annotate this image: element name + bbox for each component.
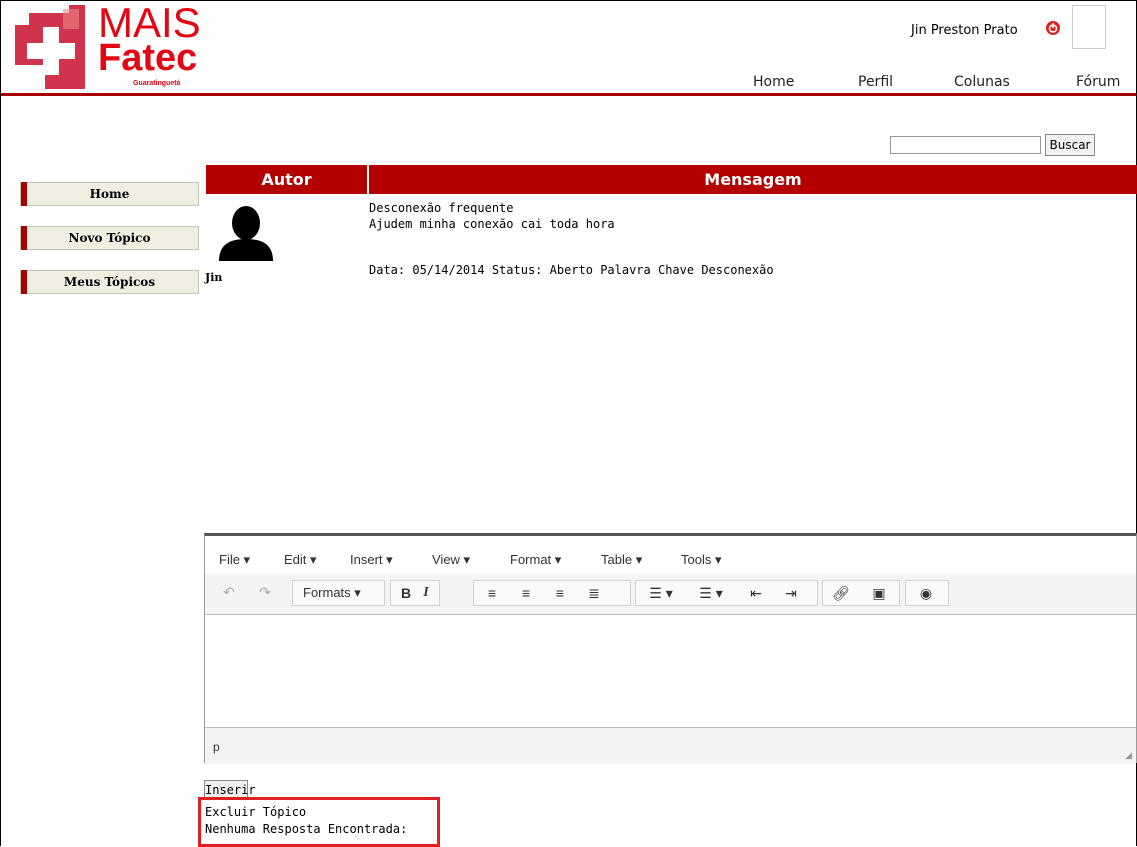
logo[interactable]: MAIS Fatec Guaratinguetá [15,0,201,89]
search-button[interactable]: Buscar [1045,134,1095,156]
insert-group: 🔗︎ ▣ [822,580,900,606]
nav-forum[interactable]: Fórum [1076,74,1120,90]
undo-icon[interactable]: ↶ [219,580,239,604]
undo-redo-group: ↶ ↷ [211,580,287,606]
bullet-list-icon[interactable]: ☰ ▾ [644,581,678,605]
header: MAIS Fatec Guaratinguetá Jin Preston Pra… [1,0,1136,94]
menu-file[interactable]: File ▾ [219,552,250,568]
topic-body: Ajudem minha conexão cai toda hora [369,217,615,231]
italic-icon[interactable]: I [419,581,433,605]
sidebar-marker [21,182,27,206]
column-header-mensagem: Mensagem [369,165,1137,194]
topic-meta: Data: 05/14/2014 Status: Aberto Palavra … [369,263,774,277]
indent-icon[interactable]: ⇥ [781,581,801,605]
sidebar-item-label: Meus Tópicos [63,275,156,289]
user-name[interactable]: Jin Preston Prato [911,23,1018,38]
menu-view[interactable]: View ▾ [432,552,470,568]
image-icon[interactable]: ▣ [869,581,889,605]
formats-dropdown[interactable]: Formats ▾ [292,580,385,606]
nav-home[interactable]: Home [753,74,794,90]
numbered-list-icon[interactable]: ☰ ▾ [694,581,728,605]
resize-handle-icon[interactable]: ◢ [1125,751,1132,761]
menu-tools[interactable]: Tools ▾ [681,552,722,568]
editor-statusbar: p ◢ [205,727,1136,764]
delete-topic-link[interactable]: Excluir Tópico [205,805,306,819]
editor-toolbar: ↶ ↷ Formats ▾ B I ≡ ≡ ≡ ≣ ☰ ▾ ☰ ▾ ⇤ ⇥ 🔗︎… [205,574,1136,615]
logout-power-icon[interactable] [1046,21,1060,35]
alignment-group: ≡ ≡ ≡ ≣ [473,580,631,606]
align-center-icon[interactable]: ≡ [516,581,536,605]
align-justify-icon[interactable]: ≣ [584,581,604,605]
preview-group: ◉ [905,580,949,606]
editor-content-area[interactable] [205,615,1136,727]
editor-menubar: File ▾ Edit ▾ Insert ▾ View ▾ Format ▾ T… [205,536,1136,574]
formats-label: Formats ▾ [303,585,361,600]
align-left-icon[interactable]: ≡ [482,581,502,605]
menu-edit[interactable]: Edit ▾ [284,552,317,568]
link-icon[interactable]: 🔗︎ [831,581,851,605]
author-name: Jin [205,271,223,284]
bold-icon[interactable]: B [399,581,413,605]
search-input[interactable] [890,136,1041,154]
align-right-icon[interactable]: ≡ [550,581,570,605]
sidebar-item-home[interactable]: Home [20,182,199,206]
rich-text-editor: File ▾ Edit ▾ Insert ▾ View ▾ Format ▾ T… [204,533,1137,764]
sidebar-item-label: Novo Tópico [68,231,151,245]
logo-cross-icon [15,5,85,89]
author-avatar-icon [219,206,273,261]
text-style-group: B I [390,580,440,606]
topic-title: Desconexão frequente [369,201,514,215]
menu-insert[interactable]: Insert ▾ [350,552,393,568]
element-path[interactable]: p [213,740,220,754]
list-group: ☰ ▾ ☰ ▾ ⇤ ⇥ [635,580,818,606]
user-avatar[interactable] [1072,5,1106,49]
nav-colunas[interactable]: Colunas [954,74,1010,90]
preview-eye-icon[interactable]: ◉ [916,581,936,605]
sidebar-marker [21,270,27,294]
sidebar-item-meus-topicos[interactable]: Meus Tópicos [20,270,199,294]
redo-icon[interactable]: ↷ [255,580,275,604]
sidebar-marker [21,226,27,250]
outdent-icon[interactable]: ⇤ [746,581,766,605]
logo-fatec: Fatec [98,37,198,79]
column-header-autor: Autor [206,165,367,194]
sidebar-item-label: Home [89,187,130,201]
no-reply-text: Nenhuma Resposta Encontrada: [205,822,408,836]
menu-format[interactable]: Format ▾ [510,552,561,568]
menu-table[interactable]: Table ▾ [601,552,642,568]
nav-perfil[interactable]: Perfil [858,74,893,90]
logo-subtitle: Guaratinguetá [133,80,181,87]
sidebar-item-novo-topico[interactable]: Novo Tópico [20,226,199,250]
header-divider [1,93,1136,96]
